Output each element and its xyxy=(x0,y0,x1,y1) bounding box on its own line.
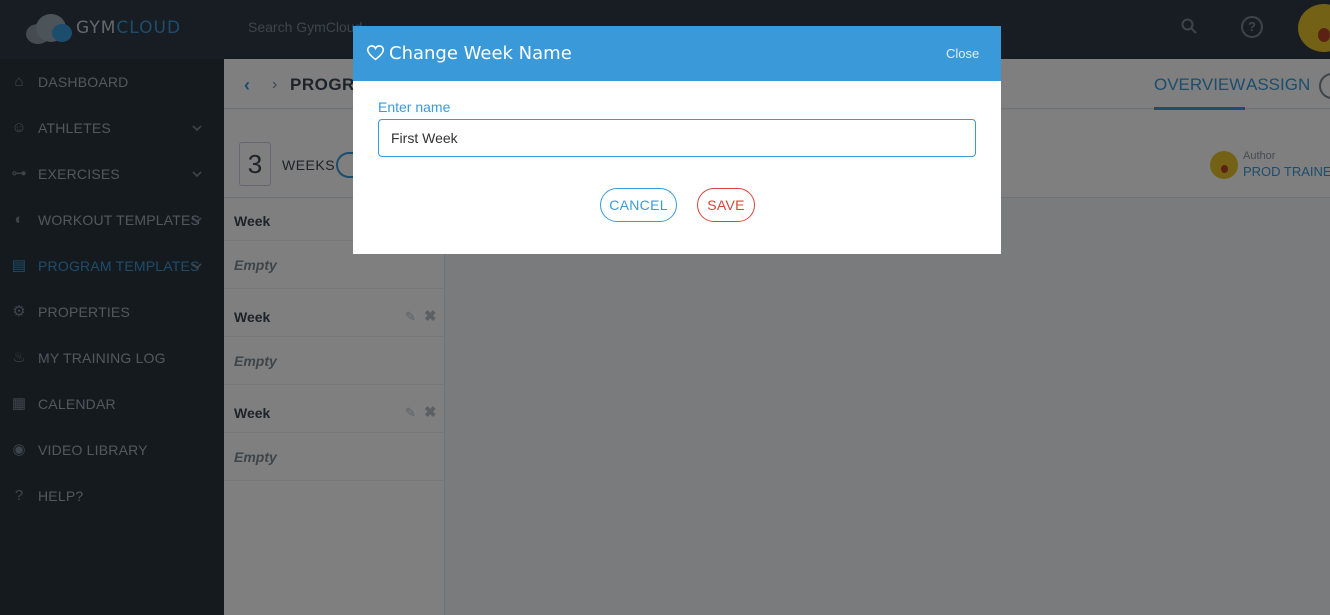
modal-header: Change Week Name Close xyxy=(353,26,1001,81)
modal-title: Change Week Name xyxy=(389,43,572,64)
week-name-input[interactable] xyxy=(378,119,976,157)
change-week-name-modal: Change Week Name Close Enter name CANCEL… xyxy=(353,26,1001,254)
heart-icon xyxy=(367,45,384,61)
close-button[interactable]: Close xyxy=(946,46,979,61)
cancel-button[interactable]: CANCEL xyxy=(600,188,677,222)
save-button[interactable]: SAVE xyxy=(697,188,755,222)
name-field-label: Enter name xyxy=(378,99,451,115)
